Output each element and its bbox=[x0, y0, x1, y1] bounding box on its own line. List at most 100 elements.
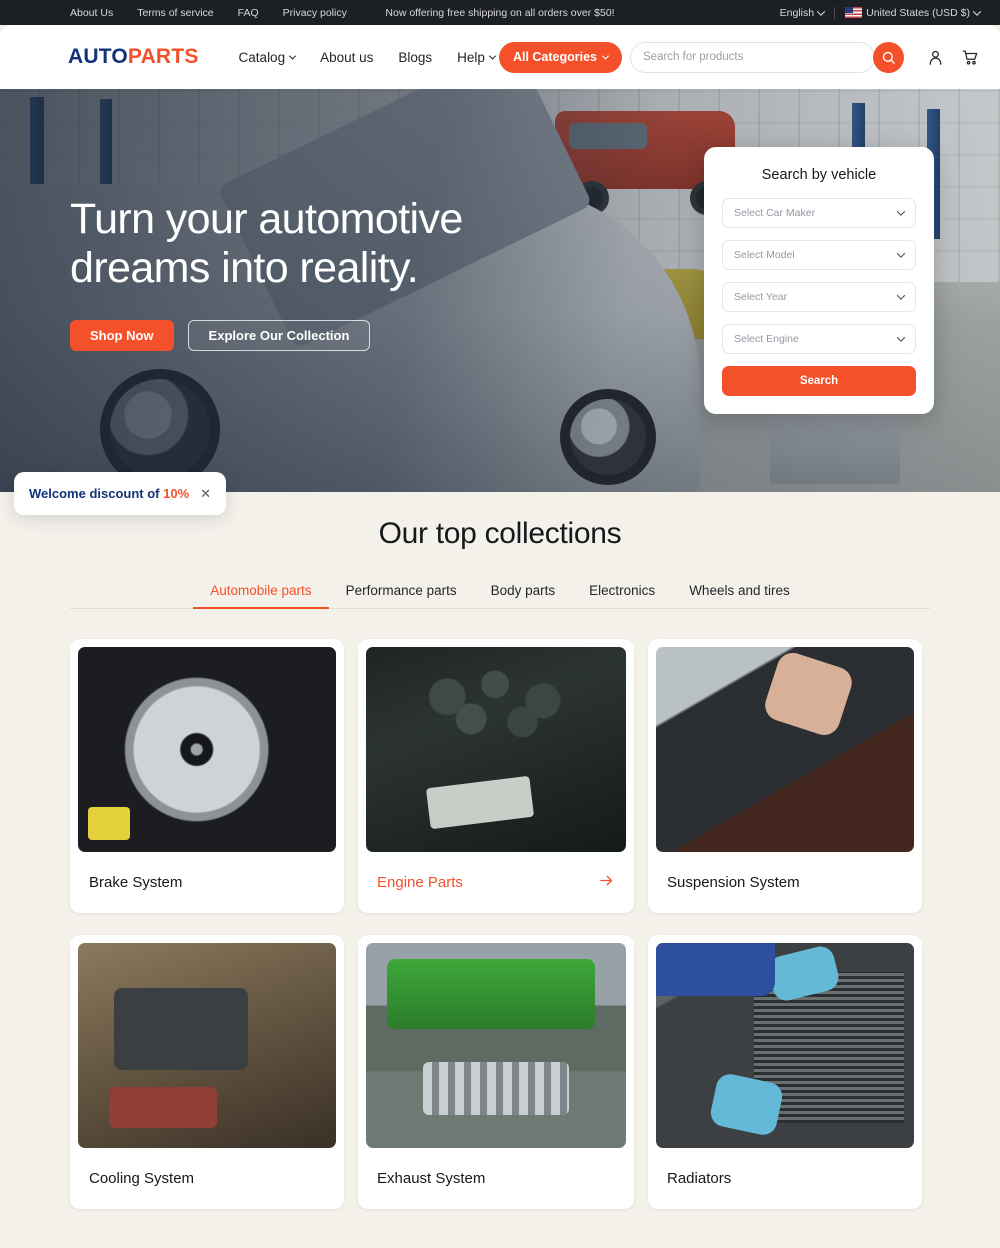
tab-performance-parts[interactable]: Performance parts bbox=[329, 583, 474, 608]
all-categories-button[interactable]: All Categories bbox=[498, 41, 622, 73]
header-search-area: All Categories bbox=[498, 41, 980, 73]
select-engine[interactable]: Select Engine bbox=[722, 324, 916, 354]
main-navigation: Catalog About us Blogs Help bbox=[238, 49, 496, 65]
announcement-link-terms-of-service[interactable]: Terms of service bbox=[137, 7, 213, 19]
select-model-label: Select Model bbox=[734, 249, 795, 261]
collections-tabs: Automobile parts Performance parts Body … bbox=[70, 583, 930, 609]
card-label: Radiators bbox=[667, 1170, 732, 1187]
card-image bbox=[656, 943, 914, 1148]
announcement-link-faq[interactable]: FAQ bbox=[238, 7, 259, 19]
toast-text: Welcome discount of bbox=[29, 486, 160, 501]
tab-electronics[interactable]: Electronics bbox=[572, 583, 672, 608]
user-account-icon bbox=[929, 50, 942, 65]
select-car-maker[interactable]: Select Car Maker bbox=[722, 198, 916, 228]
shopping-cart-icon bbox=[962, 50, 978, 65]
card-image bbox=[366, 647, 626, 852]
announcement-link-privacy-policy[interactable]: Privacy policy bbox=[283, 7, 347, 19]
nav-item-help[interactable]: Help bbox=[457, 49, 496, 65]
chevron-down-icon bbox=[896, 291, 906, 300]
collection-card-radiators[interactable]: Radiators bbox=[648, 935, 922, 1209]
toast-message: Welcome discount of 10% bbox=[29, 486, 189, 501]
announcement-bar: About Us Terms of service FAQ Privacy po… bbox=[0, 0, 1000, 25]
hero-heading: Turn your automotive dreams into reality… bbox=[70, 195, 463, 292]
hero-heading-line1: Turn your automotive bbox=[70, 195, 463, 243]
announcement-selectors: English United States (USD $) bbox=[779, 6, 982, 19]
search-submit-button[interactable] bbox=[873, 41, 904, 73]
search-box[interactable] bbox=[630, 41, 875, 73]
card-label: Suspension System bbox=[667, 874, 800, 891]
tab-automobile-parts[interactable]: Automobile parts bbox=[193, 583, 329, 609]
card-label: Engine Parts bbox=[377, 874, 463, 891]
vehicle-search-title: Search by vehicle bbox=[761, 167, 877, 183]
card-image bbox=[78, 943, 336, 1148]
collection-card-brake-system[interactable]: Brake System bbox=[70, 639, 344, 913]
collections-title: Our top collections bbox=[378, 517, 622, 550]
collection-card-exhaust-system[interactable]: Exhaust System bbox=[358, 935, 634, 1209]
chevron-down-icon bbox=[896, 249, 906, 258]
language-selector[interactable]: English bbox=[779, 6, 826, 19]
announcement-links: About Us Terms of service FAQ Privacy po… bbox=[70, 7, 347, 19]
card-footer: Cooling System bbox=[78, 1148, 336, 1209]
collection-card-suspension-system[interactable]: Suspension System bbox=[648, 639, 922, 913]
country-label: United States (USD $) bbox=[866, 6, 970, 19]
vehicle-search-button[interactable]: Search bbox=[722, 366, 916, 396]
chevron-down-icon bbox=[896, 207, 906, 216]
card-image bbox=[78, 647, 336, 852]
select-year[interactable]: Select Year bbox=[722, 282, 916, 312]
country-currency-selector[interactable]: United States (USD $) bbox=[845, 6, 982, 19]
logo-text-parts: PARTS bbox=[127, 45, 199, 68]
chevron-down-icon bbox=[601, 52, 610, 60]
collection-card-engine-parts[interactable]: Engine Parts bbox=[358, 639, 634, 913]
nav-label: Help bbox=[457, 49, 485, 65]
select-model[interactable]: Select Model bbox=[722, 240, 916, 270]
select-engine-label: Select Engine bbox=[734, 333, 799, 345]
site-logo[interactable]: AUTOPARTS bbox=[68, 45, 199, 69]
collection-card-cooling-system[interactable]: Cooling System bbox=[70, 935, 344, 1209]
nav-label: Blogs bbox=[398, 49, 433, 65]
nav-item-blogs[interactable]: Blogs bbox=[398, 50, 432, 65]
toast-percent: 10% bbox=[163, 486, 190, 501]
site-header: AUTOPARTS Catalog About us Blogs Help Al… bbox=[0, 25, 1000, 89]
chevron-down-icon bbox=[488, 52, 496, 60]
card-footer: Exhaust System bbox=[366, 1148, 626, 1209]
announcement-link-about-us[interactable]: About Us bbox=[70, 7, 113, 19]
card-image bbox=[366, 943, 626, 1148]
hero-content: Turn your automotive dreams into reality… bbox=[70, 195, 463, 352]
arrow-right-icon bbox=[598, 872, 615, 894]
shop-now-button[interactable]: Shop Now bbox=[70, 320, 174, 352]
hero-buttons: Shop Now Explore Our Collection bbox=[70, 320, 463, 352]
chevron-down-icon bbox=[896, 333, 906, 342]
card-label: Exhaust System bbox=[377, 1170, 486, 1187]
card-footer: Radiators bbox=[656, 1148, 914, 1209]
chevron-down-icon bbox=[289, 52, 297, 60]
vertical-divider bbox=[834, 6, 836, 19]
select-year-label: Select Year bbox=[734, 291, 788, 303]
toast-close-button[interactable]: ✕ bbox=[200, 487, 211, 500]
nav-item-catalog[interactable]: Catalog bbox=[238, 49, 297, 65]
explore-collection-button[interactable]: Explore Our Collection bbox=[187, 320, 371, 352]
account-button[interactable] bbox=[926, 48, 945, 67]
search-input[interactable] bbox=[643, 51, 862, 63]
header-icon-group bbox=[926, 48, 980, 67]
nav-item-about-us[interactable]: About us bbox=[320, 50, 373, 65]
card-label: Brake System bbox=[89, 874, 183, 891]
card-footer: Suspension System bbox=[656, 852, 914, 913]
tab-body-parts[interactable]: Body parts bbox=[474, 583, 573, 608]
vehicle-search-card: Search by vehicle Select Car Maker Selec… bbox=[704, 147, 934, 414]
hero-section: Turn your automotive dreams into reality… bbox=[0, 89, 1000, 492]
card-footer: Engine Parts bbox=[366, 852, 626, 913]
card-label: Cooling System bbox=[89, 1170, 195, 1187]
tab-wheels-and-tires[interactable]: Wheels and tires bbox=[672, 583, 807, 608]
search-icon bbox=[882, 51, 895, 64]
collections-section: Our top collections Automobile parts Per… bbox=[0, 492, 1000, 1209]
chevron-down-icon bbox=[816, 6, 826, 16]
language-label: English bbox=[779, 6, 815, 19]
cart-button[interactable] bbox=[961, 48, 980, 67]
card-footer: Brake System bbox=[78, 852, 336, 913]
hero-heading-line2: dreams into reality. bbox=[70, 243, 419, 292]
nav-label: Catalog bbox=[238, 49, 286, 65]
all-categories-label: All Categories bbox=[512, 50, 597, 64]
us-flag-icon bbox=[845, 7, 863, 18]
welcome-discount-toast: Welcome discount of 10% ✕ bbox=[14, 472, 227, 515]
card-image bbox=[656, 647, 914, 852]
